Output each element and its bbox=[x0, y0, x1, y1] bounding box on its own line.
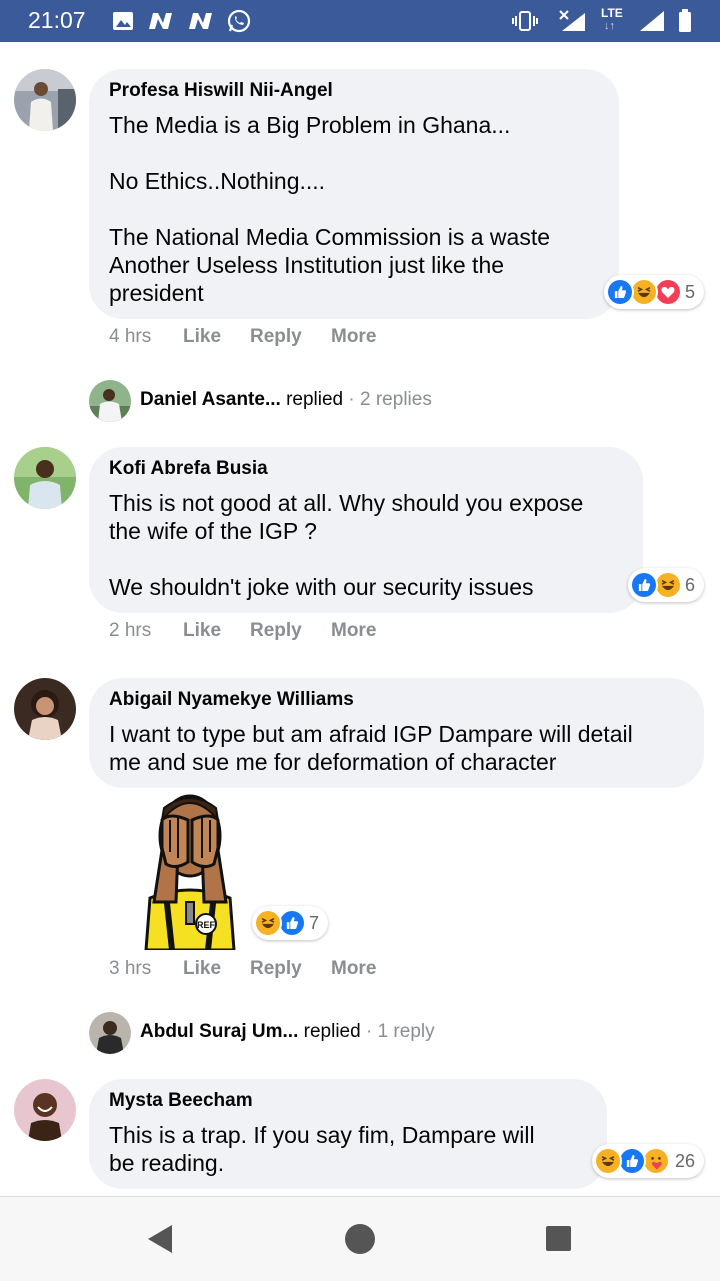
reaction-count: 26 bbox=[675, 1151, 696, 1171]
recents-icon[interactable] bbox=[545, 1225, 572, 1252]
comment-author: Abigail Nyamekye Williams bbox=[109, 689, 354, 710]
like-reaction-icon bbox=[606, 278, 634, 306]
comment-text: I want to type but am afraid IGP Dampare… bbox=[109, 721, 633, 775]
clock: 21:07 bbox=[28, 7, 86, 33]
whatsapp-icon bbox=[227, 9, 251, 33]
status-bar: 21:07 LTE ↓↑ bbox=[0, 0, 720, 42]
avatar[interactable] bbox=[14, 447, 76, 509]
n-icon bbox=[149, 13, 172, 29]
reaction-count: 6 bbox=[685, 575, 696, 595]
comment-text: This is a trap. If you say fim, Dampare … bbox=[109, 1122, 535, 1176]
comment-author[interactable]: Profesa Hiswill Nii-Angel bbox=[109, 80, 333, 102]
android-nav-bar bbox=[0, 1196, 720, 1281]
haha-reaction-icon bbox=[254, 909, 282, 937]
network-arrows: ↓↑ bbox=[604, 20, 615, 32]
reaction-summary[interactable]: 7 bbox=[252, 906, 328, 940]
battery-icon bbox=[679, 9, 691, 32]
reaction-count: 5 bbox=[685, 282, 696, 302]
reaction-count: 7 bbox=[309, 913, 320, 933]
view-replies-link[interactable]: Daniel Asante... replied · 2 replies bbox=[140, 389, 432, 411]
like-reaction-icon bbox=[630, 571, 658, 599]
signal-icon bbox=[640, 11, 664, 31]
avatar[interactable] bbox=[14, 678, 76, 740]
comment-author[interactable]: Kofi Abrefa Busia bbox=[109, 458, 268, 480]
referee-facepalm-sticker[interactable]: REF bbox=[138, 790, 242, 950]
view-replies-link[interactable]: Abdul Suraj Um... replied · 1 reply bbox=[140, 1021, 435, 1043]
comment-bubble[interactable]: Kofi Abrefa Busia This is not good at al… bbox=[89, 447, 643, 613]
comment-bubble[interactable]: Abigail Nyamekye Williams I want to type… bbox=[89, 678, 704, 788]
like-reaction-icon bbox=[278, 909, 306, 937]
reaction-summary[interactable]: 6 bbox=[628, 568, 704, 602]
comment-author[interactable]: Mysta Beecham bbox=[109, 1090, 253, 1112]
reply-avatar[interactable] bbox=[89, 380, 131, 422]
reaction-summary[interactable]: 5 bbox=[604, 275, 704, 309]
reply-avatar[interactable] bbox=[89, 1012, 131, 1054]
comment-text: This is not good at all. Why should you … bbox=[109, 490, 584, 600]
comment-bubble[interactable]: Mysta Beecham This is a trap. If you say… bbox=[89, 1079, 607, 1189]
like-button[interactable]: Like bbox=[183, 326, 221, 348]
haha-reaction-icon bbox=[654, 571, 682, 599]
haha-reaction-icon bbox=[594, 1147, 622, 1175]
haha-reaction-icon bbox=[630, 278, 658, 306]
n-icon bbox=[189, 13, 212, 29]
vibrate-icon bbox=[512, 11, 538, 31]
back-icon[interactable] bbox=[146, 1224, 174, 1254]
comment-text: The Media is a Big Problem in Ghana... N… bbox=[109, 112, 551, 306]
reply-button[interactable]: Reply bbox=[250, 958, 302, 980]
comment-time: 4 hrs bbox=[109, 326, 152, 347]
love-reaction-icon bbox=[654, 278, 682, 306]
reply-button[interactable]: Reply bbox=[250, 326, 302, 348]
reaction-summary[interactable]: 26 bbox=[592, 1144, 704, 1178]
avatar[interactable] bbox=[14, 1079, 76, 1141]
like-button[interactable]: Like bbox=[183, 958, 221, 980]
sticker-badge-text: REF bbox=[197, 920, 216, 930]
comment-time: 3 hrs bbox=[109, 958, 152, 979]
avatar[interactable] bbox=[14, 69, 76, 131]
comment-bubble[interactable]: Profesa Hiswill Nii-Angel The Media is a… bbox=[89, 69, 619, 319]
no-signal-icon bbox=[559, 10, 585, 31]
like-reaction-icon bbox=[618, 1147, 646, 1175]
home-icon[interactable] bbox=[344, 1223, 376, 1255]
more-button[interactable]: More bbox=[331, 958, 376, 980]
more-button[interactable]: More bbox=[331, 620, 376, 642]
comment-time: 2 hrs bbox=[109, 620, 152, 641]
like-button[interactable]: Like bbox=[183, 620, 221, 642]
care-reaction-icon bbox=[642, 1147, 670, 1175]
more-button[interactable]: More bbox=[331, 326, 376, 348]
reply-button[interactable]: Reply bbox=[250, 620, 302, 642]
network-type: LTE bbox=[601, 6, 623, 20]
gallery-icon bbox=[113, 12, 133, 30]
